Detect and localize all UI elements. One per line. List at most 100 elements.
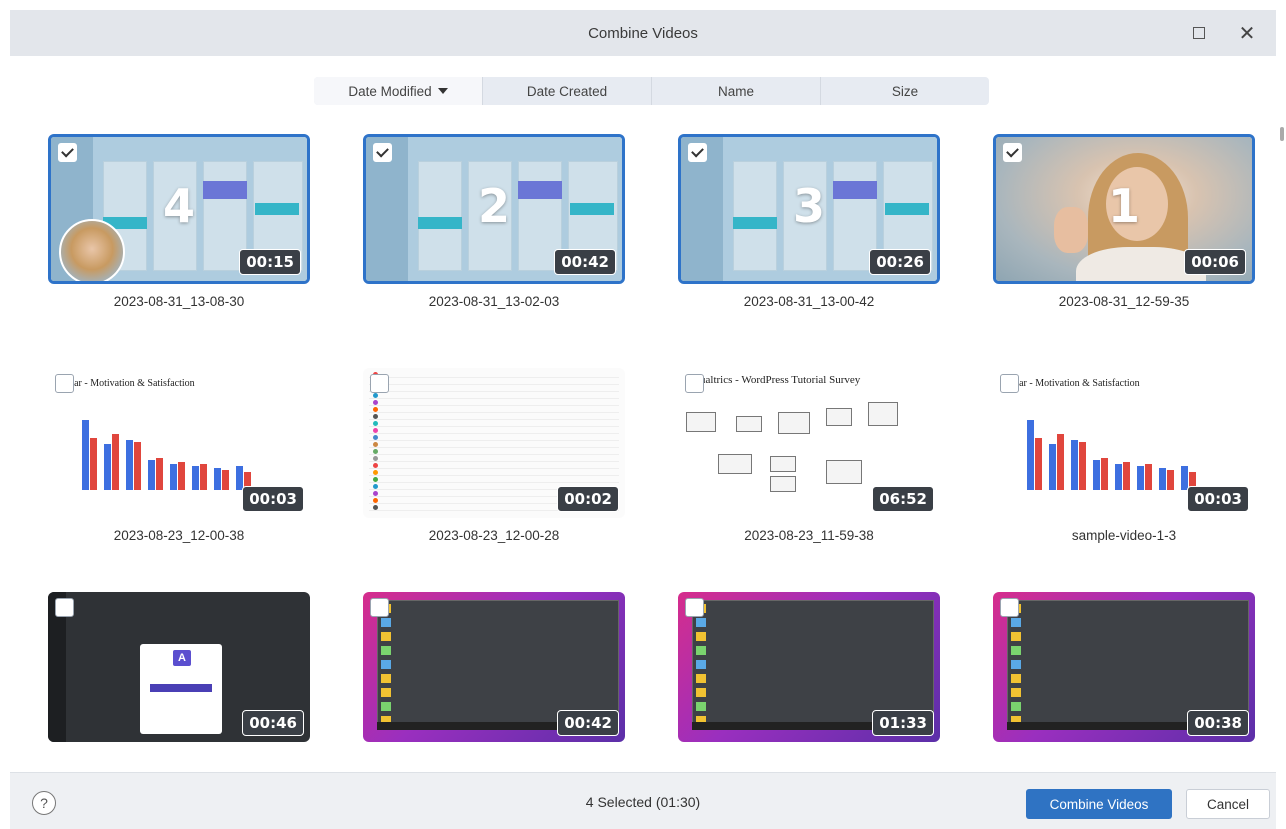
sort-tab-label: Date Created <box>526 83 608 99</box>
thumbnail-desktop-icon <box>696 632 706 641</box>
thumbnail-bar <box>1093 460 1100 490</box>
sort-tab-date-modified[interactable]: Date Modified <box>314 77 482 105</box>
thumbnail-row-icon <box>373 393 378 398</box>
select-checkbox[interactable] <box>370 374 389 393</box>
video-card[interactable]: A 00:46 <box>48 592 310 742</box>
thumbnail-row-icon <box>373 498 378 503</box>
thumbnail-bar <box>1035 438 1042 490</box>
sort-tab-name[interactable]: Name <box>651 77 820 105</box>
duration-badge: 00:03 <box>1187 486 1249 512</box>
video-card[interactable]: 4 00:15 2023-08-31_13-08-30 <box>48 134 310 309</box>
thumbnail-row-icon <box>373 435 378 440</box>
thumbnail-row <box>369 414 619 420</box>
thumbnail-row <box>369 456 619 462</box>
select-checkbox[interactable] <box>1000 598 1019 617</box>
video-name: 2023-08-23_12-00-28 <box>428 528 560 543</box>
maximize-button[interactable] <box>1176 10 1222 56</box>
video-card[interactable]: 1 00:06 2023-08-31_12-59-35 <box>993 134 1255 309</box>
video-card[interactable]: 00:42 <box>363 592 625 742</box>
selection-order: 4 <box>162 179 195 233</box>
thumbnail-diagram-box <box>868 402 898 426</box>
video-thumbnail[interactable]: 01:33 <box>678 592 940 742</box>
thumbnail-bar <box>1079 442 1086 490</box>
thumbnail-desktop-icon <box>381 674 391 683</box>
duration-badge: 00:06 <box>1184 249 1246 275</box>
thumbnail-row-icon <box>373 449 378 454</box>
video-card[interactable]: ualtrics - WordPress Tutorial Survey 06:5… <box>678 368 940 543</box>
thumbnail-row-icon <box>373 505 378 510</box>
thumbnail-row-icon <box>373 470 378 475</box>
video-thumbnail[interactable]: rjar - Motivation & Satisfaction 00:03 <box>48 368 310 518</box>
cancel-button[interactable]: Cancel <box>1186 789 1270 819</box>
video-thumbnail[interactable]: 4 00:15 <box>48 134 310 284</box>
thumbnail-row <box>369 435 619 441</box>
select-checkbox[interactable] <box>1003 143 1022 162</box>
video-card[interactable]: 3 00:26 2023-08-31_13-00-42 <box>678 134 940 309</box>
video-card[interactable]: 01:33 <box>678 592 940 742</box>
video-thumbnail[interactable]: 3 00:26 <box>678 134 940 284</box>
select-checkbox[interactable] <box>58 143 77 162</box>
video-card[interactable]: rjar - Motivation & Satisfaction 00:03 sam… <box>993 368 1255 543</box>
select-checkbox[interactable] <box>685 374 704 393</box>
close-button[interactable]: ✕ <box>1224 10 1270 56</box>
select-checkbox[interactable] <box>55 374 74 393</box>
video-thumbnail[interactable]: A 00:46 <box>48 592 310 742</box>
thumbnail-heading: rjar - Motivation & Satisfaction <box>1013 378 1140 389</box>
thumbnail-bar <box>1123 462 1130 490</box>
video-thumbnail[interactable]: 00:42 <box>363 592 625 742</box>
thumbnail-bar <box>1101 458 1108 490</box>
video-thumbnail[interactable]: 00:38 <box>993 592 1255 742</box>
select-checkbox[interactable] <box>370 598 389 617</box>
video-name: 2023-08-23_11-59-38 <box>744 528 874 543</box>
sort-tab-label: Date Modified <box>348 83 432 99</box>
close-icon: ✕ <box>1238 22 1256 45</box>
video-name: 2023-08-31_13-02-03 <box>428 294 560 309</box>
video-thumbnail[interactable]: 1 00:06 <box>993 134 1255 284</box>
thumbnail-desktop-icon <box>1011 646 1021 655</box>
sort-tab-size[interactable]: Size <box>820 77 989 105</box>
title-bar: Combine Videos ✕ <box>10 10 1276 56</box>
footer-bar: ? 4 Selected (01:30) Combine Videos Canc… <box>10 772 1276 829</box>
thumbnail-diagram-box <box>718 454 752 474</box>
thumbnail-diagram-box <box>686 412 716 432</box>
duration-badge: 06:52 <box>872 486 934 512</box>
video-card[interactable]: 00:02 2023-08-23_12-00-28 <box>363 368 625 543</box>
select-checkbox[interactable] <box>373 143 392 162</box>
sort-tab-label: Name <box>717 83 754 99</box>
select-checkbox[interactable] <box>1000 374 1019 393</box>
window-title: Combine Videos <box>588 24 698 42</box>
thumbnail-bar <box>82 420 89 490</box>
thumbnail-bar <box>112 434 119 490</box>
thumbnail-row-icon <box>373 421 378 426</box>
thumbnail-desktop-icon <box>381 646 391 655</box>
video-thumbnail[interactable]: 2 00:42 <box>363 134 625 284</box>
video-thumbnail[interactable]: 00:02 <box>363 368 625 518</box>
thumbnail-row <box>369 400 619 406</box>
video-card[interactable]: 2 00:42 2023-08-31_13-02-03 <box>363 134 625 309</box>
video-card[interactable]: rjar - Motivation & Satisfaction 00:03 202… <box>48 368 310 543</box>
video-thumbnail[interactable]: rjar - Motivation & Satisfaction 00:03 <box>993 368 1255 518</box>
thumbnail-desktop-icon <box>1011 688 1021 697</box>
thumbnail-desktop-icons <box>696 604 726 728</box>
thumbnail-bar <box>1145 464 1152 490</box>
video-card[interactable]: 00:38 <box>993 592 1255 742</box>
video-thumbnail[interactable]: ualtrics - WordPress Tutorial Survey 06:5… <box>678 368 940 518</box>
thumbnail-bar <box>104 444 111 490</box>
scrollbar-thumb[interactable] <box>1280 127 1284 141</box>
thumbnail-row <box>369 428 619 434</box>
video-name: sample-video-1-3 <box>1071 528 1177 543</box>
select-checkbox[interactable] <box>55 598 74 617</box>
thumbnail-desktop-icon <box>381 702 391 711</box>
combine-videos-button[interactable]: Combine Videos <box>1026 789 1172 819</box>
thumbnail-row-icon <box>373 414 378 419</box>
thumbnail-bar <box>222 470 229 490</box>
select-checkbox[interactable] <box>685 598 704 617</box>
thumbnail-dialog: A <box>140 644 222 734</box>
thumbnail-bar <box>178 462 185 490</box>
thumbnail-diagram-box <box>826 408 852 426</box>
thumbnail-desktop-icon <box>1011 632 1021 641</box>
sort-tab-date-created[interactable]: Date Created <box>482 77 651 105</box>
select-checkbox[interactable] <box>688 143 707 162</box>
thumbnail-desktop-icon <box>1011 660 1021 669</box>
duration-badge: 00:03 <box>242 486 304 512</box>
